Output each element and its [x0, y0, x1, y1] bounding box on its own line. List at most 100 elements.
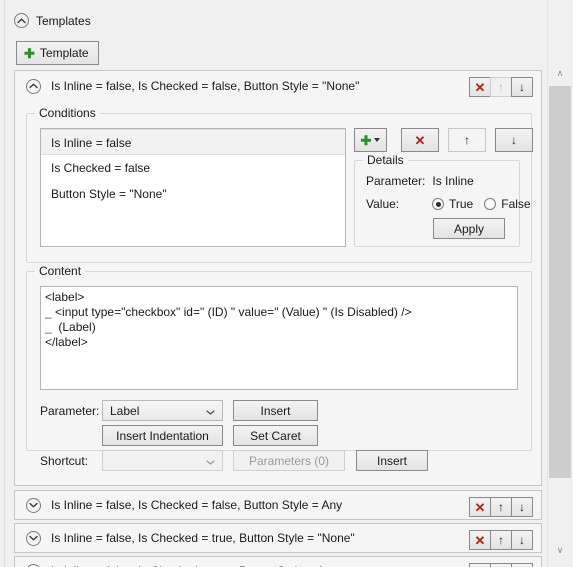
collapsed-template-actions: ✕ ↑ ↓	[469, 530, 533, 550]
template-card-actions: ✕ ↑ ↓	[469, 77, 533, 97]
conditions-legend: Conditions	[35, 106, 100, 120]
condition-list-item[interactable]: Button Style = "None"	[41, 181, 345, 207]
shortcut-label: Shortcut:	[40, 453, 89, 468]
content-editor[interactable]: <label> _ <input type="checkbox" id=" (I…	[40, 286, 518, 390]
parameter-row: Parameter: Label Insert	[40, 400, 318, 421]
collapsed-template-actions: ✕ ↑ ↓	[469, 497, 533, 517]
parameter-insert-button[interactable]: Insert	[233, 400, 318, 421]
condition-delete-button[interactable]: ✕	[401, 128, 439, 152]
collapsed-template-caption: Is Inline = false, Is Checked = false, B…	[51, 498, 343, 512]
condition-list-item[interactable]: Is Checked = false	[41, 155, 345, 181]
details-value-row: Value: True False	[366, 197, 542, 211]
content-line: _ (Label)	[45, 320, 96, 334]
arrow-down-icon: ↓	[511, 133, 517, 147]
content-line-text: (Label)	[55, 320, 96, 334]
template-delete-button[interactable]: ✕	[469, 497, 491, 517]
radio-value-false[interactable]: False	[484, 197, 531, 211]
content-indent-marker: _	[45, 305, 52, 319]
chevron-up-circle-icon[interactable]	[14, 13, 29, 28]
template-move-up-button[interactable]: ↑	[490, 497, 512, 517]
x-icon: ✕	[414, 132, 426, 148]
templates-group-title: Templates	[36, 13, 91, 28]
conditions-list[interactable]: Is Inline = false Is Checked = false But…	[40, 128, 346, 247]
collapsed-template-row[interactable]: Is Inline = false, Is Checked = true, Bu…	[14, 556, 542, 567]
content-line: </label>	[45, 335, 88, 349]
template-move-up-button[interactable]: ↑	[490, 563, 512, 567]
shortcut-row: Shortcut: Parameters (0) Insert	[40, 450, 428, 471]
template-move-down-button[interactable]: ↓	[511, 77, 533, 97]
radio-value-true-label: True	[449, 197, 474, 211]
template-card-header[interactable]: Is Inline = false, Is Checked = false, B…	[15, 71, 541, 101]
vertical-scrollbar[interactable]: ∧ ∨	[547, 0, 571, 567]
template-delete-button[interactable]: ✕	[469, 530, 491, 550]
chevron-up-circle-icon[interactable]	[26, 78, 41, 94]
condition-move-down-button[interactable]: ↓	[495, 128, 533, 152]
templates-group-header[interactable]: Templates	[14, 13, 91, 28]
plus-icon: ✚	[24, 45, 35, 61]
template-move-up-button[interactable]: ↑	[490, 77, 512, 97]
chevron-down-icon	[374, 138, 381, 142]
details-legend: Details	[363, 153, 408, 167]
insert-indentation-button[interactable]: Insert Indentation	[102, 425, 223, 446]
details-parameter-value: Is Inline	[432, 174, 474, 188]
template-delete-button[interactable]: ✕	[469, 563, 491, 567]
template-move-down-button[interactable]: ↓	[511, 530, 533, 550]
content-legend: Content	[35, 264, 86, 278]
add-template-button-label: Template	[39, 46, 89, 60]
condition-add-button[interactable]: ✚	[354, 128, 387, 152]
chevron-down-circle-icon[interactable]	[26, 530, 41, 546]
x-icon: ✕	[474, 532, 486, 548]
set-caret-button[interactable]: Set Caret	[233, 425, 318, 446]
plus-icon: ✚	[360, 132, 372, 148]
add-template-button[interactable]: ✚ Template	[16, 41, 99, 65]
arrow-up-icon: ↑	[464, 133, 470, 147]
template-card: Is Inline = false, Is Checked = false, B…	[14, 70, 542, 486]
template-move-down-button[interactable]: ↓	[511, 563, 533, 567]
arrow-up-icon: ↑	[498, 533, 504, 547]
chevron-down-circle-icon[interactable]	[26, 497, 41, 513]
chevron-down-icon	[206, 404, 215, 418]
scrollbar-thumb[interactable]	[549, 86, 571, 478]
parameter-select-value: Label	[110, 403, 140, 418]
collapsed-template-row[interactable]: Is Inline = false, Is Checked = true, Bu…	[14, 523, 542, 553]
arrow-down-icon: ↓	[519, 80, 525, 94]
template-card-caption: Is Inline = false, Is Checked = false, B…	[51, 79, 360, 93]
templates-panel: Templates ✚ Template Is Inline = false, …	[0, 0, 546, 567]
radio-dot-icon	[484, 198, 497, 210]
content-line: _ <input type="checkbox" id=" (ID) " val…	[45, 305, 412, 319]
condition-list-item[interactable]: Is Inline = false	[41, 129, 345, 155]
arrow-up-icon: ↑	[498, 500, 504, 514]
x-icon: ✕	[474, 499, 486, 515]
content-line-text: <label>	[45, 290, 85, 304]
collapsed-template-caption: Is Inline = false, Is Checked = true, Bu…	[51, 531, 355, 545]
details-parameter-label: Parameter:	[366, 174, 426, 188]
scrollbar-down-button[interactable]: ∨	[549, 539, 571, 561]
content-line: <label>	[45, 290, 84, 304]
conditions-group: Conditions Is Inline = false Is Checked …	[26, 106, 533, 263]
collapsed-template-row[interactable]: Is Inline = false, Is Checked = false, B…	[14, 490, 542, 520]
scrollbar-up-button[interactable]: ∧	[549, 62, 571, 84]
indentation-row: Insert Indentation Set Caret	[40, 425, 318, 446]
template-move-up-button[interactable]: ↑	[490, 530, 512, 550]
condition-move-up-button[interactable]: ↑	[448, 128, 486, 152]
panel-left-divider	[4, 0, 5, 567]
content-line-text: <input type="checkbox" id=" (ID) " value…	[55, 305, 412, 319]
template-delete-button[interactable]: ✕	[469, 77, 491, 97]
details-parameter-row: Parameter: Is Inline	[366, 174, 474, 188]
template-move-down-button[interactable]: ↓	[511, 497, 533, 517]
x-icon: ✕	[474, 79, 486, 95]
collapsed-template-actions: ✕ ↑ ↓	[469, 563, 533, 567]
arrow-down-icon: ↓	[519, 533, 525, 547]
shortcut-select[interactable]	[102, 450, 223, 471]
content-indent-marker: _	[45, 320, 52, 334]
apply-button[interactable]: Apply	[433, 218, 505, 239]
shortcut-insert-button[interactable]: Insert	[356, 450, 428, 471]
radio-value-true[interactable]: True	[432, 197, 473, 211]
parameter-label: Parameter:	[40, 403, 100, 418]
content-line-text: </label>	[45, 335, 88, 349]
content-group: Content <label> _ <input type="checkbox"…	[26, 264, 532, 471]
radio-dot-icon	[432, 198, 444, 210]
parameter-select[interactable]: Label	[102, 400, 223, 421]
chevron-down-circle-icon[interactable]	[26, 563, 41, 567]
chevron-up-icon: ∧	[556, 67, 564, 78]
